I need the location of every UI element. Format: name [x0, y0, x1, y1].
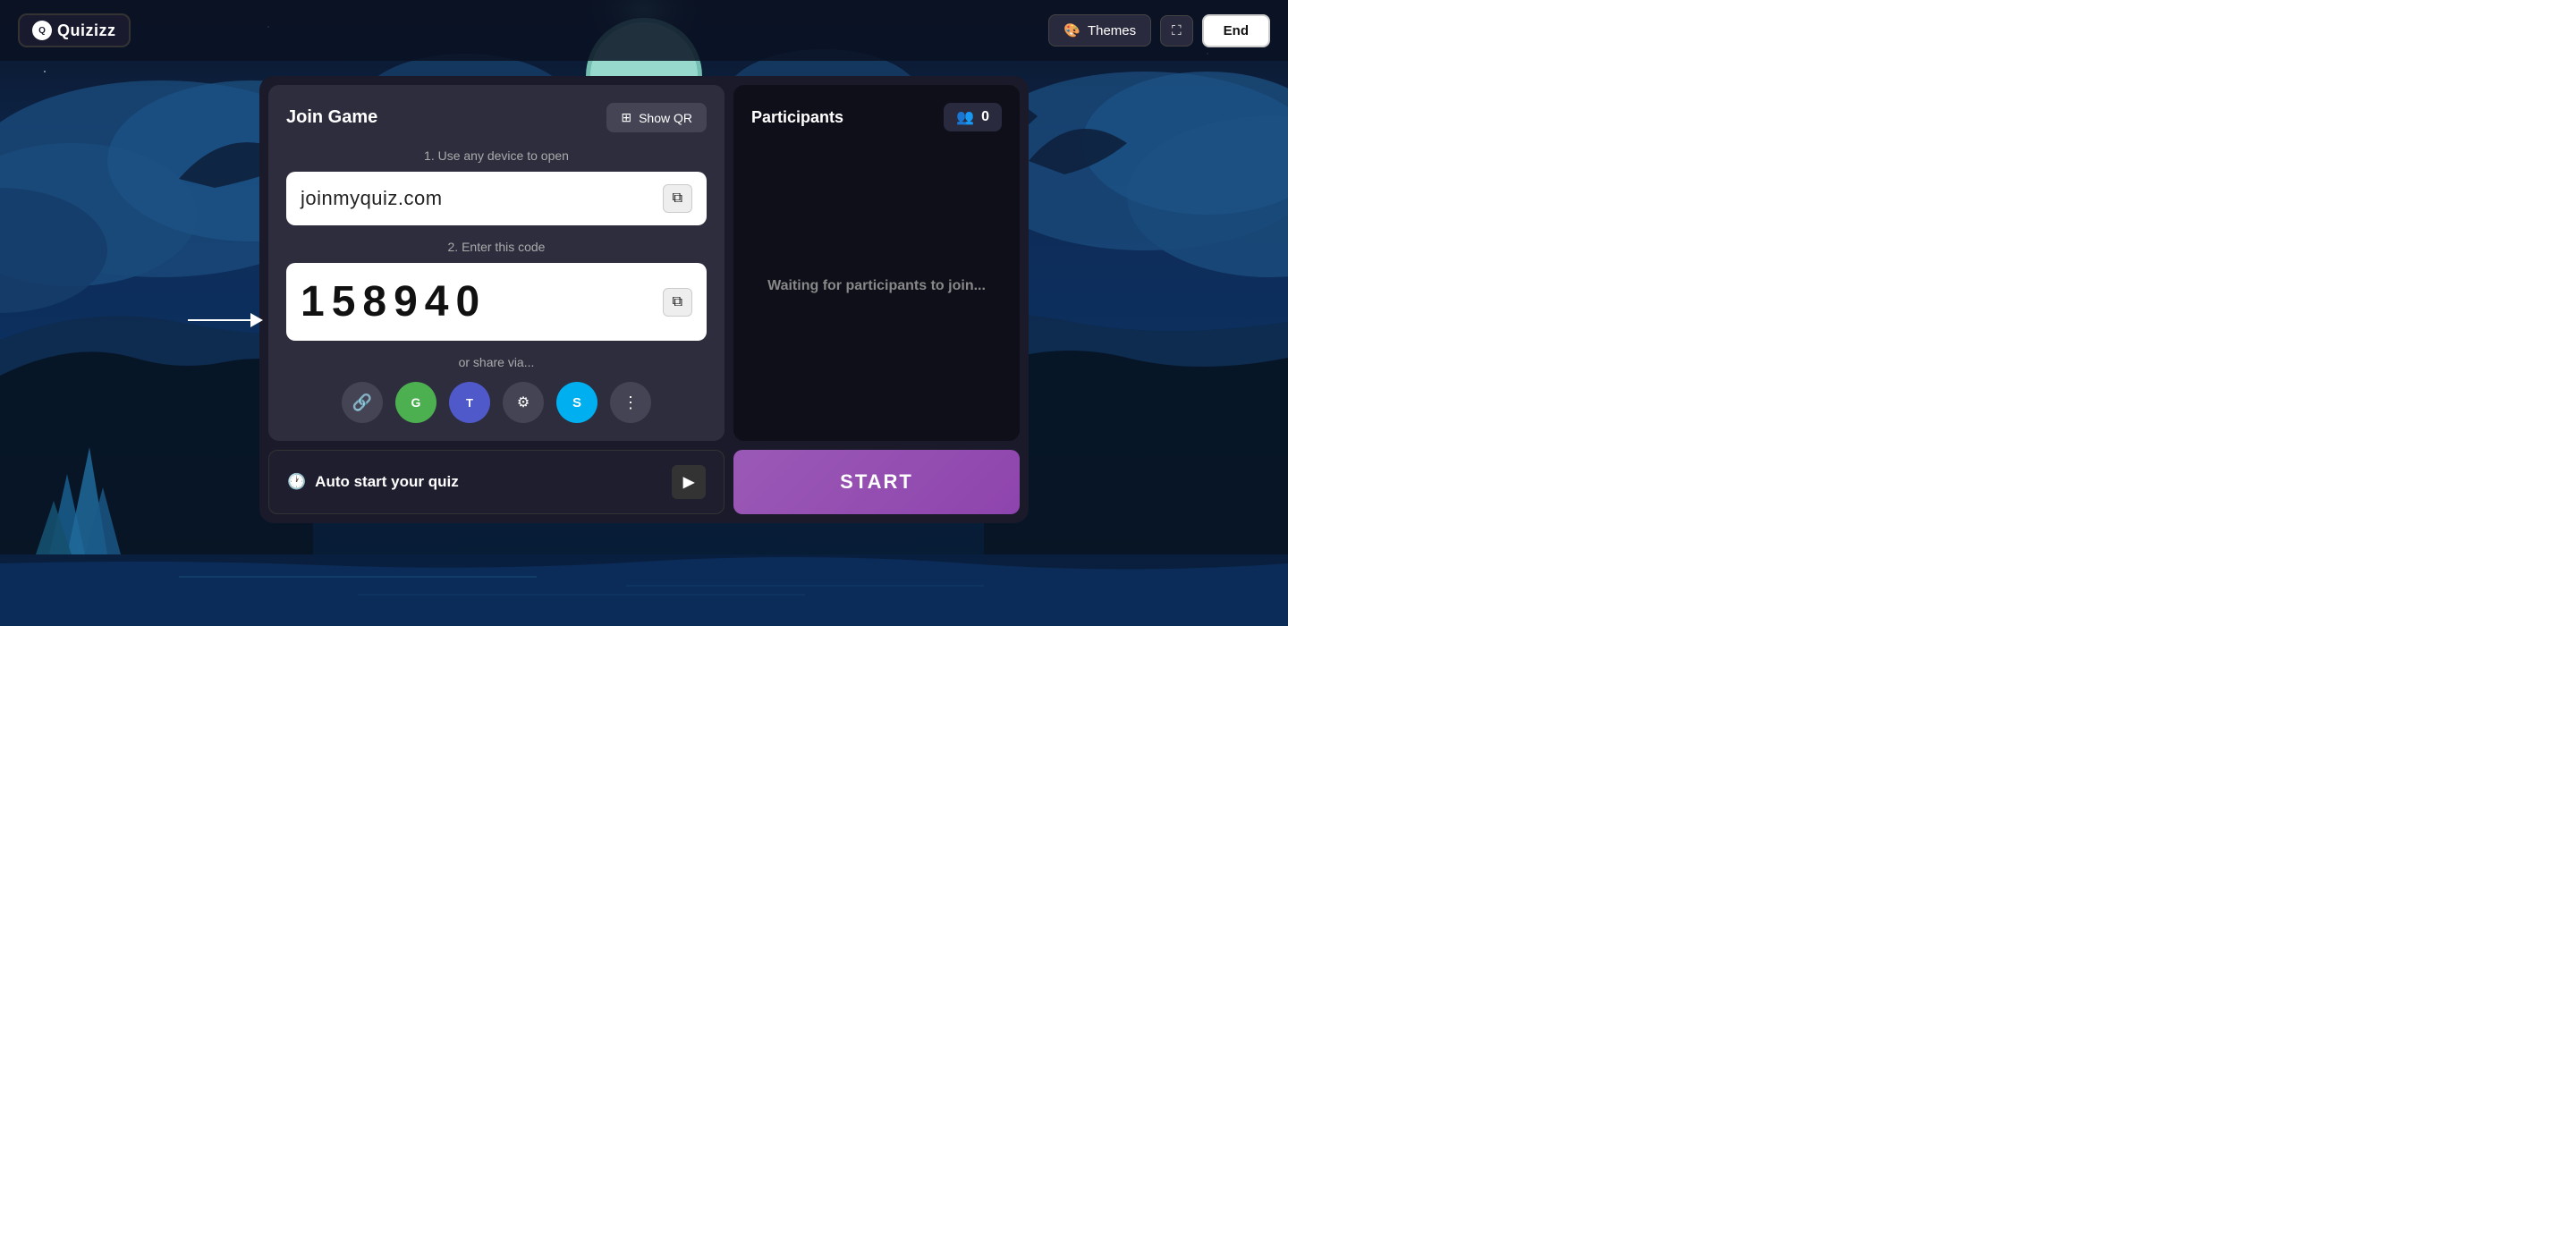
- share-settings-button[interactable]: ⚙: [503, 382, 544, 423]
- panel-bottom: 🕐 Auto start your quiz ▶ START: [259, 450, 1029, 523]
- logo-icon: Q: [32, 21, 52, 40]
- play-icon: ▶: [683, 473, 694, 491]
- show-qr-button[interactable]: ⊞ Show QR: [606, 103, 707, 132]
- join-header: Join Game ⊞ Show QR: [286, 103, 707, 132]
- themes-icon: 🎨: [1063, 22, 1080, 38]
- play-icon-button[interactable]: ▶: [672, 465, 706, 499]
- game-code: 158940: [301, 277, 487, 326]
- auto-start-left: 🕐 Auto start your quiz: [287, 473, 459, 491]
- auto-start-button[interactable]: 🕐 Auto start your quiz ▶: [268, 450, 724, 514]
- join-panel: Join Game ⊞ Show QR 1. Use any device to…: [268, 85, 724, 441]
- arrow-head: [250, 313, 263, 327]
- logo: Q Quizizz: [18, 13, 131, 47]
- step2-label: 2. Enter this code: [286, 240, 707, 254]
- fullscreen-button[interactable]: ⛶: [1160, 15, 1193, 47]
- waiting-text: Waiting for participants to join...: [751, 278, 1002, 294]
- themes-label: Themes: [1088, 23, 1136, 38]
- start-button[interactable]: START: [733, 450, 1020, 514]
- url-text: joinmyquiz.com: [301, 187, 443, 210]
- step1-label: 1. Use any device to open: [286, 148, 707, 163]
- share-classroom-button[interactable]: G: [395, 382, 436, 423]
- qr-icon: ⊞: [621, 110, 631, 125]
- share-icons-row: 🔗 G T ⚙ S ⋮: [286, 382, 707, 423]
- arrow-indicator: [188, 313, 263, 327]
- dialog-wrapper: Join Game ⊞ Show QR 1. Use any device to…: [259, 76, 1029, 523]
- nav-right: 🎨 Themes ⛶ End: [1048, 14, 1270, 47]
- people-icon: 👥: [956, 108, 974, 126]
- main-panel: Join Game ⊞ Show QR 1. Use any device to…: [259, 76, 1029, 523]
- count-value: 0: [981, 109, 989, 125]
- arrow-line: [188, 319, 250, 321]
- participants-header: Participants 👥 0: [751, 103, 1002, 131]
- url-box: joinmyquiz.com ⧉: [286, 172, 707, 225]
- code-box: 158940 ⧉: [286, 263, 707, 341]
- participants-title: Participants: [751, 108, 843, 127]
- participants-count: 👥 0: [944, 103, 1002, 131]
- end-button[interactable]: End: [1202, 14, 1270, 47]
- share-skype-button[interactable]: S: [556, 382, 597, 423]
- fullscreen-icon: ⛶: [1172, 23, 1182, 38]
- participants-panel: Participants 👥 0 Waiting for participant…: [733, 85, 1020, 441]
- top-navigation: Q Quizizz 🎨 Themes ⛶ End: [0, 0, 1288, 61]
- logo-text: Quizizz: [57, 21, 116, 40]
- themes-button[interactable]: 🎨 Themes: [1048, 14, 1151, 47]
- copy-code-button[interactable]: ⧉: [663, 288, 692, 317]
- copy-url-button[interactable]: ⧉: [663, 184, 692, 213]
- clock-icon: 🕐: [287, 473, 306, 491]
- share-label: or share via...: [286, 355, 707, 369]
- panel-top: Join Game ⊞ Show QR 1. Use any device to…: [259, 76, 1029, 450]
- auto-start-label: Auto start your quiz: [315, 473, 459, 491]
- share-more-button[interactable]: ⋮: [610, 382, 651, 423]
- share-link-button[interactable]: 🔗: [342, 382, 383, 423]
- share-teams-button[interactable]: T: [449, 382, 490, 423]
- show-qr-label: Show QR: [639, 111, 692, 125]
- join-title: Join Game: [286, 107, 377, 128]
